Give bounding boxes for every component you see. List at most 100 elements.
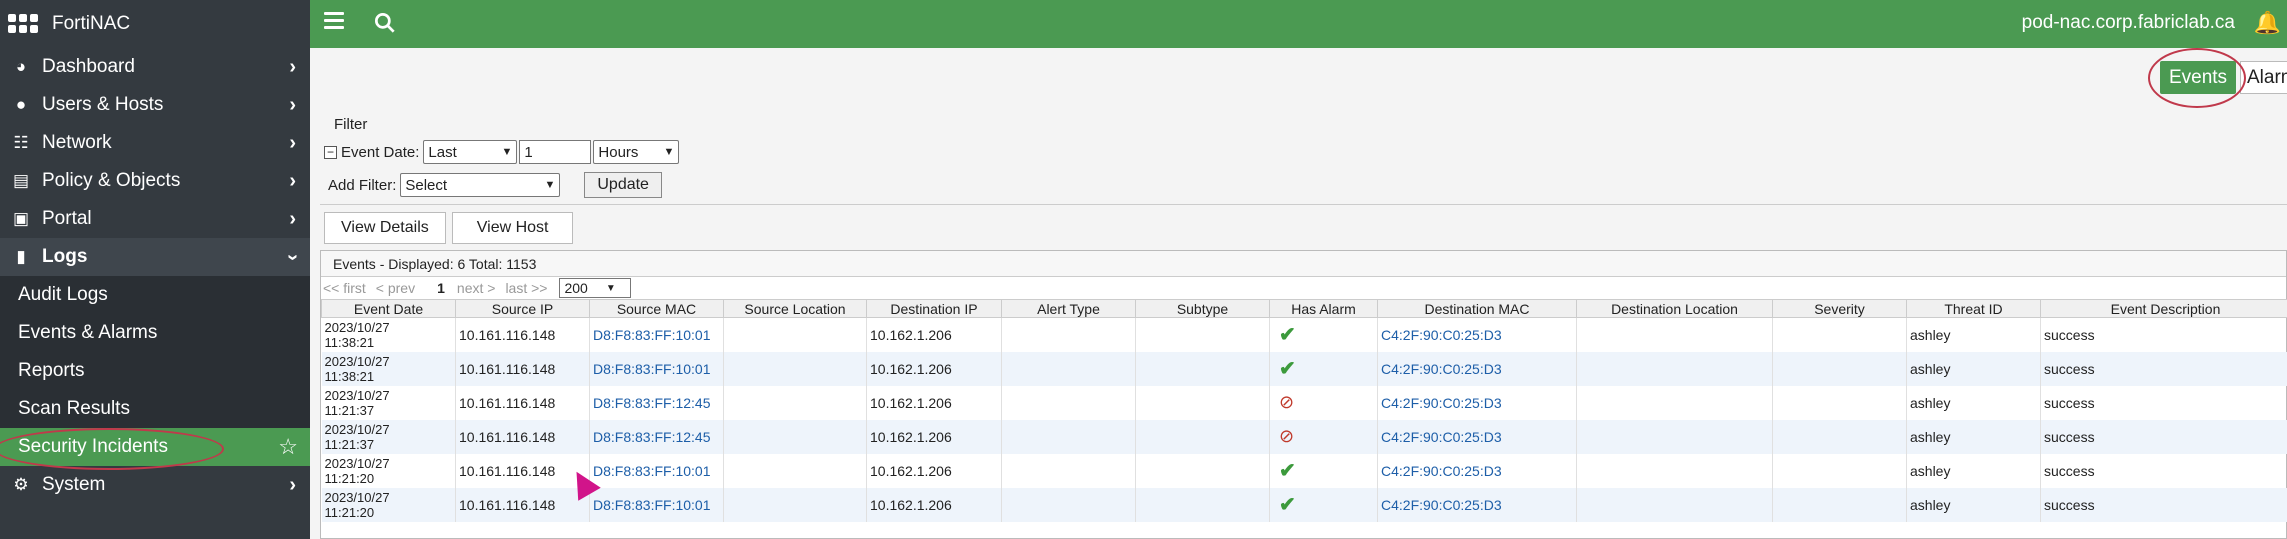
cell-source-mac[interactable]: D8:F8:83:FF:10:01 bbox=[589, 351, 724, 386]
cell-event-date: 2023/10/27 11:38:21 bbox=[321, 351, 456, 386]
sidebar-item-portal[interactable]: ▣ Portal › bbox=[0, 200, 310, 238]
pager-prev[interactable]: < prev bbox=[376, 280, 415, 296]
column-header[interactable]: Source IP bbox=[455, 299, 590, 318]
bell-icon[interactable]: 🔔 bbox=[2254, 10, 2281, 36]
column-header[interactable]: Destination IP bbox=[866, 299, 1002, 318]
cell-source-mac[interactable]: D8:F8:83:FF:10:01 bbox=[589, 453, 724, 488]
cell-destination-mac[interactable]: C4:2F:90:C0:25:D3 bbox=[1377, 487, 1577, 522]
user-icon: ● bbox=[15, 95, 27, 114]
event-date-row: − Event Date: Last ▼ 1 Hours ▼ bbox=[324, 140, 680, 164]
cell-has-alarm: ✔ bbox=[1269, 487, 1378, 522]
column-header[interactable]: Destination MAC bbox=[1377, 299, 1577, 318]
blocked-icon: ⊘ bbox=[1279, 392, 1295, 412]
pager-last[interactable]: last >> bbox=[505, 280, 547, 296]
cell-threat-id: ashley bbox=[1906, 351, 2041, 386]
pager-first[interactable]: << first bbox=[323, 280, 366, 296]
policy-icon: ▤ bbox=[12, 171, 30, 190]
cell-source-ip: 10.161.116.148 bbox=[455, 317, 590, 352]
sidebar-item-dashboard[interactable]: ◕ Dashboard › bbox=[0, 48, 310, 86]
cell-source-ip: 10.161.116.148 bbox=[455, 419, 590, 454]
search-icon[interactable] bbox=[372, 10, 398, 36]
sidebar-item-logs[interactable]: ▮ Logs › bbox=[0, 238, 310, 276]
view-host-button[interactable]: View Host bbox=[451, 212, 574, 244]
table-row[interactable]: 2023/10/27 11:38:21 10.161.116.148 D8:F8:83… bbox=[321, 351, 2287, 386]
sidebar-item-scan-results[interactable]: Scan Results bbox=[0, 390, 310, 428]
chevron-right-icon: › bbox=[289, 56, 296, 78]
cell-alert-type bbox=[1001, 419, 1136, 454]
cell-source-location bbox=[723, 453, 867, 488]
column-header[interactable]: Has Alarm bbox=[1269, 299, 1378, 318]
cell-destination-ip: 10.162.1.206 bbox=[866, 487, 1002, 522]
column-header[interactable]: Event Description bbox=[2040, 299, 2287, 318]
cell-source-ip: 10.161.116.148 bbox=[455, 385, 590, 420]
cell-threat-id: ashley bbox=[1906, 385, 2041, 420]
page-size-select[interactable]: 200 ▼ bbox=[559, 278, 631, 298]
top-bar: pod-nac.corp.fabriclab.ca 🔔 bbox=[310, 0, 2287, 48]
filter-title: Filter bbox=[334, 116, 368, 133]
cell-destination-mac[interactable]: C4:2F:90:C0:25:D3 bbox=[1377, 317, 1577, 352]
cell-event-date: 2023/10/27 11:21:20 bbox=[321, 487, 456, 522]
check-icon: ✔ bbox=[1279, 358, 1296, 380]
table-row[interactable]: 2023/10/27 11:21:37 10.161.116.148 D8:F8:83… bbox=[321, 419, 2287, 454]
sidebar-item-policy-objects[interactable]: ▤ Policy & Objects › bbox=[0, 162, 310, 200]
update-button[interactable]: Update bbox=[584, 172, 662, 198]
cell-source-location bbox=[723, 385, 867, 420]
table-row[interactable]: 2023/10/27 11:21:20 10.161.116.148 D8:F8:83… bbox=[321, 487, 2287, 522]
sidebar-item-network[interactable]: ☷ Network › bbox=[0, 124, 310, 162]
cell-destination-ip: 10.162.1.206 bbox=[866, 453, 1002, 488]
sidebar-item-audit-logs[interactable]: Audit Logs bbox=[0, 276, 310, 314]
column-header[interactable]: Threat ID bbox=[1906, 299, 2041, 318]
cell-has-alarm: ⊘ bbox=[1269, 385, 1378, 420]
sidebar-item-label: Policy & Objects bbox=[42, 170, 181, 191]
column-header[interactable]: Event Date bbox=[321, 299, 456, 318]
cell-destination-mac[interactable]: C4:2F:90:C0:25:D3 bbox=[1377, 453, 1577, 488]
column-header[interactable]: Destination Location bbox=[1576, 299, 1773, 318]
cell-destination-mac[interactable]: C4:2F:90:C0:25:D3 bbox=[1377, 351, 1577, 386]
cell-severity bbox=[1772, 453, 1907, 488]
column-header[interactable]: Alert Type bbox=[1001, 299, 1136, 318]
add-filter-label: Add Filter: bbox=[328, 176, 397, 194]
cell-subtype bbox=[1135, 385, 1270, 420]
cell-destination-ip: 10.162.1.206 bbox=[866, 385, 1002, 420]
cell-has-alarm: ✔ bbox=[1269, 453, 1378, 488]
sidebar-item-events-alarms[interactable]: Events & Alarms bbox=[0, 314, 310, 352]
collapse-icon[interactable]: − bbox=[324, 145, 337, 159]
cell-destination-location bbox=[1576, 453, 1773, 488]
cell-source-mac[interactable]: D8:F8:83:FF:12:45 bbox=[589, 419, 724, 454]
brand[interactable]: FortiNAC bbox=[0, 0, 310, 48]
column-header[interactable]: Severity bbox=[1772, 299, 1907, 318]
tab-alarms[interactable]: Alarms bbox=[2240, 61, 2287, 94]
sidebar-item-system[interactable]: ⚙ System › bbox=[0, 466, 310, 504]
sidebar-item-users-hosts[interactable]: ● Users & Hosts › bbox=[0, 86, 310, 124]
cell-has-alarm: ✔ bbox=[1269, 351, 1378, 386]
table-row[interactable]: 2023/10/27 11:38:21 10.161.116.148 D8:F8:83… bbox=[321, 317, 2287, 352]
star-icon[interactable]: ☆ bbox=[278, 434, 298, 460]
cell-alert-type bbox=[1001, 453, 1136, 488]
view-details-button[interactable]: View Details bbox=[324, 212, 446, 244]
column-header[interactable]: Source Location bbox=[723, 299, 867, 318]
event-date-range-select[interactable]: Last ▼ bbox=[423, 140, 518, 164]
cell-source-mac[interactable]: D8:F8:83:FF:10:01 bbox=[589, 487, 724, 522]
column-header[interactable]: Subtype bbox=[1135, 299, 1270, 318]
table-row[interactable]: 2023/10/27 11:21:37 10.161.116.148 D8:F8:83… bbox=[321, 385, 2287, 420]
sidebar-item-label: System bbox=[42, 474, 106, 495]
add-filter-select[interactable]: Select ▼ bbox=[400, 173, 561, 197]
cell-has-alarm: ⊘ bbox=[1269, 419, 1378, 454]
pager-next[interactable]: next > bbox=[457, 280, 496, 296]
sidebar-item-reports[interactable]: Reports bbox=[0, 352, 310, 390]
cell-destination-mac[interactable]: C4:2F:90:C0:25:D3 bbox=[1377, 385, 1577, 420]
events-table: Event Date Source IP Source MAC Source L… bbox=[321, 299, 2287, 522]
cell-source-ip: 10.161.116.148 bbox=[455, 351, 590, 386]
cell-source-mac[interactable]: D8:F8:83:FF:10:01 bbox=[589, 317, 724, 352]
sidebar-item-label: Network bbox=[42, 132, 112, 153]
cell-source-mac[interactable]: D8:F8:83:FF:12:45 bbox=[589, 385, 724, 420]
event-date-value-input[interactable]: 1 bbox=[519, 140, 592, 164]
cell-alert-type bbox=[1001, 385, 1136, 420]
cell-alert-type bbox=[1001, 317, 1136, 352]
column-header[interactable]: Source MAC bbox=[589, 299, 724, 318]
cell-destination-mac[interactable]: C4:2F:90:C0:25:D3 bbox=[1377, 419, 1577, 454]
table-row[interactable]: 2023/10/27 11:21:20 10.161.116.148 D8:F8:83… bbox=[321, 453, 2287, 488]
cell-severity bbox=[1772, 419, 1907, 454]
menu-icon[interactable] bbox=[324, 12, 344, 30]
event-date-unit-select[interactable]: Hours ▼ bbox=[593, 140, 680, 164]
